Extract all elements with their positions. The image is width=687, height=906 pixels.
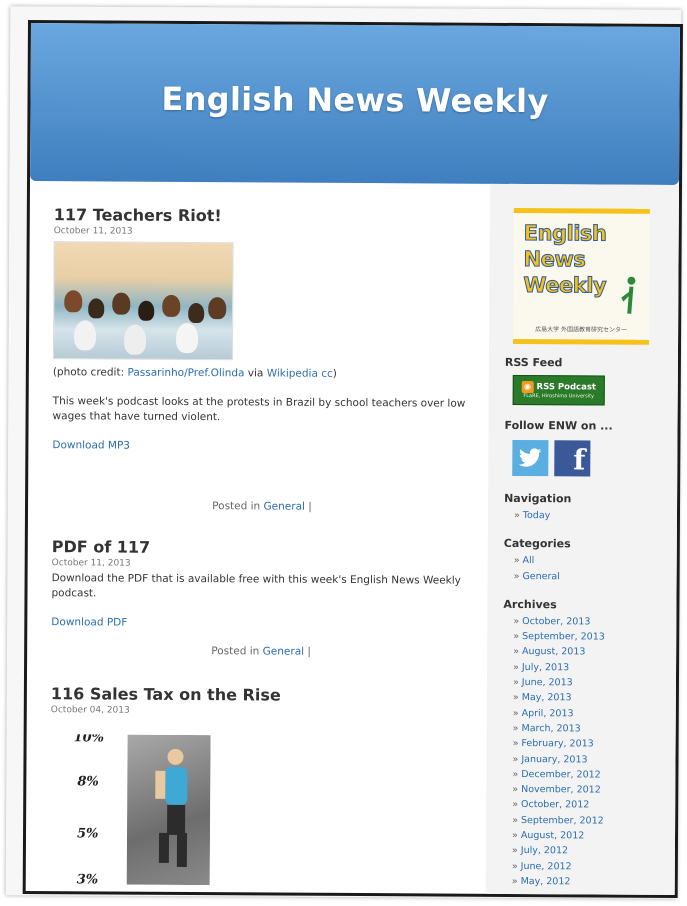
credit-link-wikipedia[interactable]: Wikipedia cc [267, 367, 333, 379]
navigation-heading: Navigation [504, 491, 572, 506]
tax-label-3: 3% [76, 872, 99, 886]
navigation-list: Today [504, 508, 683, 524]
post-footer: Posted in General | [211, 645, 311, 658]
post-date: October 04, 2013 [50, 705, 130, 716]
archive-item[interactable]: August, 2013 [503, 644, 682, 660]
archive-item[interactable]: July, 2013 [503, 660, 682, 676]
archive-item[interactable]: June, 2012 [502, 859, 681, 875]
categories-heading: Categories [503, 537, 571, 551]
archive-item[interactable]: January, 2013 [502, 751, 681, 767]
archive-item[interactable]: March, 2013 [503, 721, 682, 737]
archive-item[interactable]: September, 2012 [502, 813, 681, 829]
post-footer: Posted in General | [212, 500, 312, 513]
archive-item[interactable]: July, 2012 [502, 843, 681, 859]
archive-item[interactable]: December, 2012 [502, 767, 681, 783]
site-title[interactable]: English News Weekly [161, 80, 548, 120]
archive-item[interactable]: October, 2012 [502, 797, 681, 813]
post-date: October 11, 2013 [51, 558, 131, 569]
main-content: 117 Teachers Riot! October 11, 2013 (pho… [50, 205, 474, 887]
sidebar: English News Weekly 広島大学 外国語教育研究センター RSS… [485, 183, 683, 898]
tax-label-10: 10% [73, 734, 105, 746]
sales-tax-climber-image: 10% 8% 5% 3% [64, 734, 211, 886]
tax-label-5: 5% [76, 826, 99, 842]
download-pdf-link[interactable]: Download PDF [51, 615, 471, 633]
nav-item-today[interactable]: Today [504, 508, 683, 524]
post-pdf-of-117: PDF of 117 October 11, 2013 Download the… [51, 537, 472, 659]
credit-link-photographer[interactable]: Passarinho/Pref.Olinda [127, 367, 244, 380]
archive-item[interactable]: February, 2013 [503, 736, 682, 752]
download-mp3-link[interactable]: Download MP3 [52, 438, 472, 456]
rss-heading: RSS Feed [504, 355, 563, 370]
post-116-sales-tax: 116 Sales Tax on the Rise October 04, 20… [50, 684, 471, 887]
enw-logo[interactable]: English News Weekly 広島大学 外国語教育研究センター [513, 207, 650, 345]
archive-item[interactable]: April, 2013 [503, 706, 682, 722]
follow-heading: Follow ENW on ... [504, 418, 613, 433]
archives-heading: Archives [503, 597, 557, 612]
site-header: English News Weekly [30, 23, 680, 185]
archive-item[interactable]: June, 2013 [503, 675, 682, 691]
archive-item[interactable]: November, 2012 [502, 782, 681, 798]
post-date: October 11, 2013 [53, 226, 133, 237]
categories-list: All General [504, 553, 683, 585]
post-117-teachers-riot: 117 Teachers Riot! October 11, 2013 (pho… [52, 205, 474, 514]
category-link-general[interactable]: General [264, 500, 305, 512]
post-title[interactable]: PDF of 117 [52, 537, 472, 560]
archive-item[interactable]: May, 2013 [503, 690, 682, 706]
tax-label-8: 8% [77, 774, 99, 790]
archive-item[interactable]: May, 2012 [502, 874, 681, 890]
rss-feed-icon: ◉ [521, 381, 534, 394]
archive-item[interactable]: September, 2013 [503, 629, 682, 645]
site-window: English News Weekly 117 Teachers Riot! O… [22, 20, 683, 898]
post-body: Download the PDF that is available free … [51, 572, 461, 600]
archive-item[interactable]: October, 2013 [503, 614, 682, 630]
rss-podcast-button[interactable]: ◉ RSS Podcast FLaRE, Hiroshima Universit… [512, 374, 605, 406]
photo-credit: (photo credit: Passarinho/Pref.Olinda vi… [52, 366, 337, 380]
archives-list: October, 2013 September, 2013 August, 20… [502, 614, 683, 890]
category-item-general[interactable]: General [504, 569, 683, 585]
logo-figure-icon [621, 276, 636, 314]
archive-item[interactable]: August, 2012 [502, 828, 681, 844]
post-body: This week's podcast looks at the protest… [52, 395, 466, 424]
classroom-photo [52, 241, 234, 361]
facebook-f-icon[interactable]: f [554, 440, 591, 477]
social-links: f [512, 439, 683, 477]
twitter-bird-icon[interactable] [512, 439, 549, 477]
post-title[interactable]: 117 Teachers Riot! [54, 205, 474, 228]
climber-figure [155, 748, 188, 867]
category-link-general[interactable]: General [263, 645, 304, 657]
category-item-all[interactable]: All [504, 553, 683, 569]
post-title[interactable]: 116 Sales Tax on the Rise [51, 684, 471, 707]
